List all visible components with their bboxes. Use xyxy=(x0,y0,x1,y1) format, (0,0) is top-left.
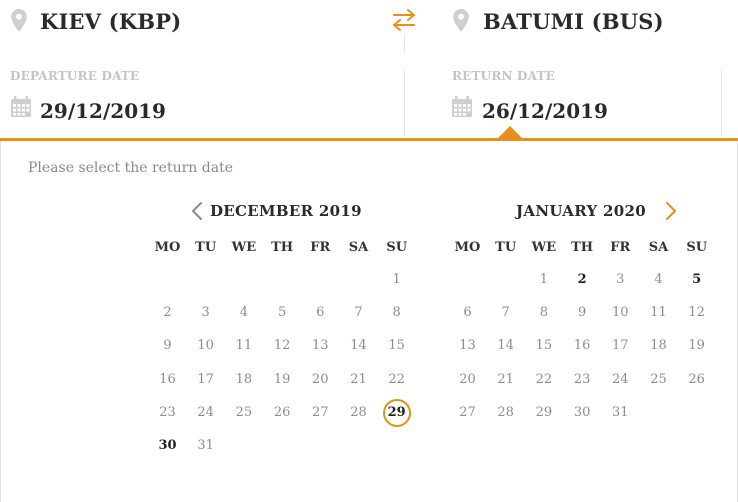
calendar-day[interactable]: 18 xyxy=(229,368,259,392)
calendar-day[interactable]: 8 xyxy=(382,301,412,325)
picker-hint: Please select the return date xyxy=(28,160,233,176)
calendar-day[interactable]: 26 xyxy=(682,368,712,392)
weekday-header: SU xyxy=(386,240,408,255)
calendar-day[interactable]: 8 xyxy=(529,301,559,325)
calendar-day[interactable]: 9 xyxy=(567,301,597,325)
calendar-day[interactable]: 10 xyxy=(191,334,221,358)
calendar-day[interactable]: 21 xyxy=(491,368,521,392)
weekday-header: MO xyxy=(454,240,481,255)
calendar-day[interactable]: 19 xyxy=(267,368,297,392)
calendar-day[interactable]: 4 xyxy=(229,301,259,325)
calendar-day[interactable]: 19 xyxy=(682,334,712,358)
calendar-day[interactable]: 6 xyxy=(453,301,483,325)
calendar-day[interactable]: 23 xyxy=(567,368,597,392)
calendar-day[interactable]: 17 xyxy=(605,334,635,358)
map-pin-icon xyxy=(450,8,472,34)
return-date-field[interactable]: 26/12/2019 xyxy=(482,99,608,123)
calendar-day[interactable]: 7 xyxy=(344,301,374,325)
swap-arrows-icon[interactable] xyxy=(390,6,418,34)
weekday-header: SA xyxy=(648,240,669,255)
calendar-day[interactable]: 3 xyxy=(605,268,635,292)
divider xyxy=(404,34,405,52)
weekday-header: TH xyxy=(271,240,294,255)
calendar-day[interactable]: 13 xyxy=(305,334,335,358)
departure-date-label: DEPARTURE DATE xyxy=(10,69,140,83)
calendar-day[interactable]: 20 xyxy=(305,368,335,392)
calendar-day[interactable]: 14 xyxy=(491,334,521,358)
weekday-header: TU xyxy=(495,240,517,255)
divider xyxy=(404,70,405,136)
calendar-day[interactable]: 13 xyxy=(453,334,483,358)
calendar-day[interactable]: 3 xyxy=(191,301,221,325)
calendar-day[interactable]: 31 xyxy=(605,401,635,425)
return-date-label: RETURN DATE xyxy=(452,69,555,83)
weekday-header: FR xyxy=(310,240,331,255)
calendar-icon xyxy=(10,96,32,118)
chevron-right-icon[interactable] xyxy=(662,200,680,222)
calendar-day[interactable]: 2 xyxy=(153,301,183,325)
calendar-day[interactable]: 16 xyxy=(153,368,183,392)
calendar-day[interactable]: 28 xyxy=(491,401,521,425)
month-title-december: DECEMBER 2019 xyxy=(210,202,362,220)
calendar-day[interactable]: 24 xyxy=(191,401,221,425)
weekday-header: SU xyxy=(686,240,708,255)
calendar-day[interactable]: 1 xyxy=(529,268,559,292)
calendar-day[interactable]: 11 xyxy=(644,301,674,325)
picker-pointer xyxy=(498,126,522,138)
weekday-header: WE xyxy=(531,240,557,255)
weekday-header: FR xyxy=(610,240,631,255)
calendar-day[interactable]: 26 xyxy=(267,401,297,425)
month-title-january: JANUARY 2020 xyxy=(516,202,646,220)
calendar-day[interactable]: 23 xyxy=(153,401,183,425)
calendar-day[interactable]: 5 xyxy=(682,268,712,292)
calendar-day[interactable]: 28 xyxy=(344,401,374,425)
calendar-day[interactable]: 25 xyxy=(644,368,674,392)
calendar-day[interactable]: 21 xyxy=(344,368,374,392)
calendar-day[interactable]: 6 xyxy=(305,301,335,325)
calendar-day-selected[interactable]: 29 xyxy=(382,398,411,427)
divider xyxy=(721,70,722,136)
calendar-day[interactable]: 20 xyxy=(453,368,483,392)
calendar-day[interactable]: 18 xyxy=(644,334,674,358)
calendar-day[interactable]: 17 xyxy=(191,368,221,392)
map-pin-icon xyxy=(8,8,30,34)
calendar-day[interactable]: 16 xyxy=(567,334,597,358)
calendar-day[interactable]: 27 xyxy=(453,401,483,425)
calendar-day[interactable]: 15 xyxy=(382,334,412,358)
calendar-day[interactable]: 9 xyxy=(153,334,183,358)
calendar-day[interactable]: 11 xyxy=(229,334,259,358)
calendar-day[interactable]: 29 xyxy=(529,401,559,425)
calendar-day[interactable]: 24 xyxy=(605,368,635,392)
calendar-day[interactable]: 22 xyxy=(382,368,412,392)
departure-date-field[interactable]: 29/12/2019 xyxy=(40,99,166,123)
calendar-day[interactable]: 1 xyxy=(382,268,412,292)
weekday-header: TH xyxy=(571,240,594,255)
weekday-header: MO xyxy=(154,240,181,255)
calendar-day[interactable]: 5 xyxy=(267,301,297,325)
calendar-day[interactable]: 14 xyxy=(344,334,374,358)
origin-city[interactable]: KIEV (KBP) xyxy=(40,9,181,34)
weekday-header: TU xyxy=(195,240,217,255)
calendar-day[interactable]: 30 xyxy=(153,434,183,458)
calendar-day[interactable]: 30 xyxy=(567,401,597,425)
chevron-left-icon[interactable] xyxy=(188,200,206,222)
calendar-icon xyxy=(451,96,473,118)
weekday-header: WE xyxy=(231,240,257,255)
calendar-day[interactable]: 31 xyxy=(191,434,221,458)
calendar-day[interactable]: 12 xyxy=(267,334,297,358)
calendar-day[interactable]: 10 xyxy=(605,301,635,325)
weekday-header: SA xyxy=(348,240,369,255)
destination-city[interactable]: BATUMI (BUS) xyxy=(483,9,664,34)
calendar-day[interactable]: 7 xyxy=(491,301,521,325)
calendar-day[interactable]: 4 xyxy=(644,268,674,292)
calendar-day[interactable]: 22 xyxy=(529,368,559,392)
calendar-day[interactable]: 27 xyxy=(305,401,335,425)
calendar-day[interactable]: 12 xyxy=(682,301,712,325)
calendar-day[interactable]: 15 xyxy=(529,334,559,358)
calendar-day[interactable]: 25 xyxy=(229,401,259,425)
calendar-day[interactable]: 2 xyxy=(567,268,597,292)
